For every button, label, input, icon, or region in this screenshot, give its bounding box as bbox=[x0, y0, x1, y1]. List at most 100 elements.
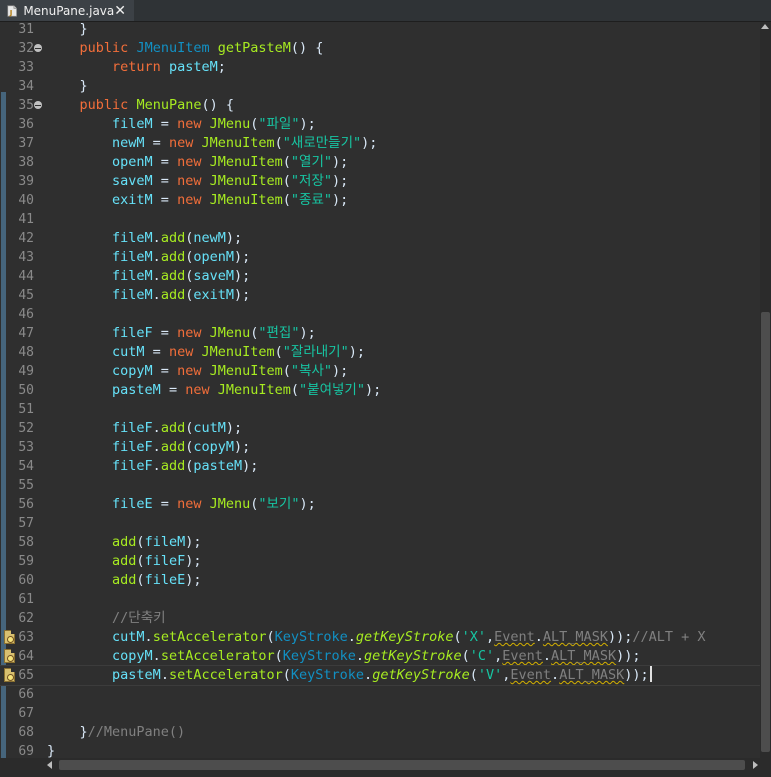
code-text: pasteM = new JMenuItem("붙여넣기"); bbox=[47, 381, 381, 400]
line-number: 36 bbox=[18, 117, 34, 132]
scroll-left-icon[interactable] bbox=[47, 761, 52, 769]
quick-fix-warning-icon[interactable] bbox=[4, 649, 15, 663]
quick-fix-warning-icon[interactable] bbox=[4, 668, 15, 682]
code-line[interactable]: 32 public JMenuItem getPasteM() { bbox=[0, 39, 760, 58]
code-line[interactable]: 59 add(fileF); bbox=[0, 552, 760, 571]
code-text: ); bbox=[361, 135, 378, 151]
string-literal: "저장" bbox=[290, 173, 332, 189]
method-name: JMenuItem bbox=[217, 382, 291, 398]
code-line[interactable]: 49 copyM = new JMenuItem("복사"); bbox=[0, 362, 760, 381]
field-name: fileM bbox=[112, 249, 153, 265]
method-name: add bbox=[160, 268, 186, 284]
code-line[interactable]: 47 fileF = new JMenu("편집"); bbox=[0, 324, 760, 343]
code-line[interactable]: 64 copyM.setAccelerator(KeyStroke.getKey… bbox=[0, 647, 760, 666]
code-line[interactable]: 62 //단축키 bbox=[0, 609, 760, 628]
scroll-up-icon[interactable] bbox=[761, 24, 769, 29]
code-line[interactable]: 44 fileM.add(saveM); bbox=[0, 267, 760, 286]
code-line[interactable]: 56 fileE = new JMenu("보기"); bbox=[0, 495, 760, 514]
code-line[interactable]: 31 } bbox=[0, 22, 760, 39]
code-text: . bbox=[144, 629, 153, 645]
code-line[interactable]: 50 pasteM = new JMenuItem("붙여넣기"); bbox=[0, 381, 760, 400]
code-line[interactable]: 46 bbox=[0, 305, 760, 324]
code-line[interactable]: 68 }//MenuPane() bbox=[0, 723, 760, 742]
code-line[interactable]: 39 saveM = new JMenuItem("저장"); bbox=[0, 172, 760, 191]
field-name: fileM bbox=[112, 287, 153, 303]
code-line[interactable]: 52 fileF.add(cutM); bbox=[0, 419, 760, 438]
code-text: } bbox=[47, 78, 88, 94]
tab-filename: MenuPane.java bbox=[23, 3, 115, 18]
vertical-scroll-thumb[interactable] bbox=[761, 312, 770, 752]
code-line[interactable]: 34 } bbox=[0, 77, 760, 96]
code-line[interactable]: 55 bbox=[0, 476, 760, 495]
field-name: pasteM bbox=[168, 59, 218, 75]
code-line[interactable]: 58 add(fileM); bbox=[0, 533, 760, 552]
string-literal: "새로만들기" bbox=[282, 135, 362, 151]
line-number: 52 bbox=[18, 421, 34, 436]
code-text: . bbox=[152, 420, 161, 436]
code-line[interactable]: 63 cutM.setAccelerator(KeyStroke.getKeyS… bbox=[0, 628, 760, 647]
code-line[interactable]: 65 pasteM.setAccelerator(KeyStroke.getKe… bbox=[0, 665, 760, 686]
code-line[interactable]: 67 bbox=[0, 704, 760, 723]
code-line[interactable]: 40 exitM = new JMenuItem("종료"); bbox=[0, 191, 760, 210]
code-line[interactable]: 54 fileF.add(pasteM); bbox=[0, 457, 760, 476]
close-tab-icon[interactable]: ✕ bbox=[114, 4, 126, 18]
code-editor[interactable]: 31 } 32 public JMenuItem getPasteM() {33 … bbox=[0, 22, 760, 758]
line-number: 69 bbox=[18, 744, 34, 758]
horizontal-scroll-thumb[interactable] bbox=[59, 760, 745, 770]
code-line[interactable]: 41 bbox=[0, 210, 760, 229]
code-text: ( bbox=[282, 154, 291, 170]
type-name: KeyStroke bbox=[282, 648, 356, 664]
quick-fix-warning-icon[interactable] bbox=[4, 630, 15, 644]
bottom-edge bbox=[0, 772, 771, 777]
code-line[interactable]: 53 fileF.add(copyM); bbox=[0, 438, 760, 457]
keyword: new bbox=[177, 154, 202, 170]
code-text: ); bbox=[348, 344, 365, 360]
code-line[interactable]: 38 openM = new JMenuItem("열기"); bbox=[0, 153, 760, 172]
code-line[interactable]: 57 bbox=[0, 514, 760, 533]
code-line[interactable]: 60 add(fileE); bbox=[0, 571, 760, 590]
code-text: fileM.add(openM); bbox=[47, 248, 250, 267]
method-name: JMenuItem bbox=[209, 192, 283, 208]
code-text: = bbox=[144, 135, 169, 151]
code-text: fileM = new JMenu("파일"); bbox=[47, 115, 316, 134]
code-line[interactable]: 66 bbox=[0, 685, 760, 704]
field-name: saveM bbox=[193, 268, 234, 284]
code-line[interactable]: 35 public MenuPane() { bbox=[0, 96, 760, 115]
code-text: ); bbox=[233, 287, 251, 303]
code-text: fileM.add(exitM); bbox=[47, 286, 250, 305]
code-text: newM = new JMenuItem("새로만들기"); bbox=[47, 134, 377, 153]
code-line[interactable]: 61 bbox=[0, 590, 760, 609]
code-text: = bbox=[144, 344, 169, 360]
code-line[interactable]: 51 bbox=[0, 400, 760, 419]
fold-collapse-icon[interactable] bbox=[34, 101, 42, 109]
tab-menupane-java[interactable]: J MenuPane.java ✕ bbox=[0, 0, 134, 21]
method-name: getPasteM bbox=[217, 40, 291, 56]
field-name: newM bbox=[112, 135, 145, 151]
field-name: copyM bbox=[193, 439, 234, 455]
code-line[interactable]: 37 newM = new JMenuItem("새로만들기"); bbox=[0, 134, 760, 153]
code-line[interactable]: 42 fileM.add(newM); bbox=[0, 229, 760, 248]
comment: //MenuPane() bbox=[87, 724, 186, 740]
code-line[interactable]: 48 cutM = new JMenuItem("잘라내기"); bbox=[0, 343, 760, 362]
line-number: 54 bbox=[18, 459, 34, 474]
line-number: 57 bbox=[18, 516, 34, 531]
code-text: ( bbox=[274, 648, 283, 664]
scroll-right-icon[interactable] bbox=[753, 761, 758, 769]
type-name: JMenuItem bbox=[136, 40, 210, 56]
code-line[interactable]: 45 fileM.add(exitM); bbox=[0, 286, 760, 305]
horizontal-scrollbar[interactable] bbox=[45, 758, 760, 772]
code-line[interactable]: 69} bbox=[0, 742, 760, 758]
vertical-scrollbar[interactable] bbox=[760, 22, 771, 758]
code-line[interactable]: 43 fileM.add(openM); bbox=[0, 248, 760, 267]
editor-tab-bar: J MenuPane.java ✕ bbox=[0, 0, 771, 22]
code-text: () { bbox=[201, 97, 234, 113]
method-name: add bbox=[160, 249, 186, 265]
code-line[interactable]: 33 return pasteM; bbox=[0, 58, 760, 77]
code-line[interactable]: 36 fileM = new JMenu("파일"); bbox=[0, 115, 760, 134]
fold-collapse-icon[interactable] bbox=[34, 44, 42, 52]
